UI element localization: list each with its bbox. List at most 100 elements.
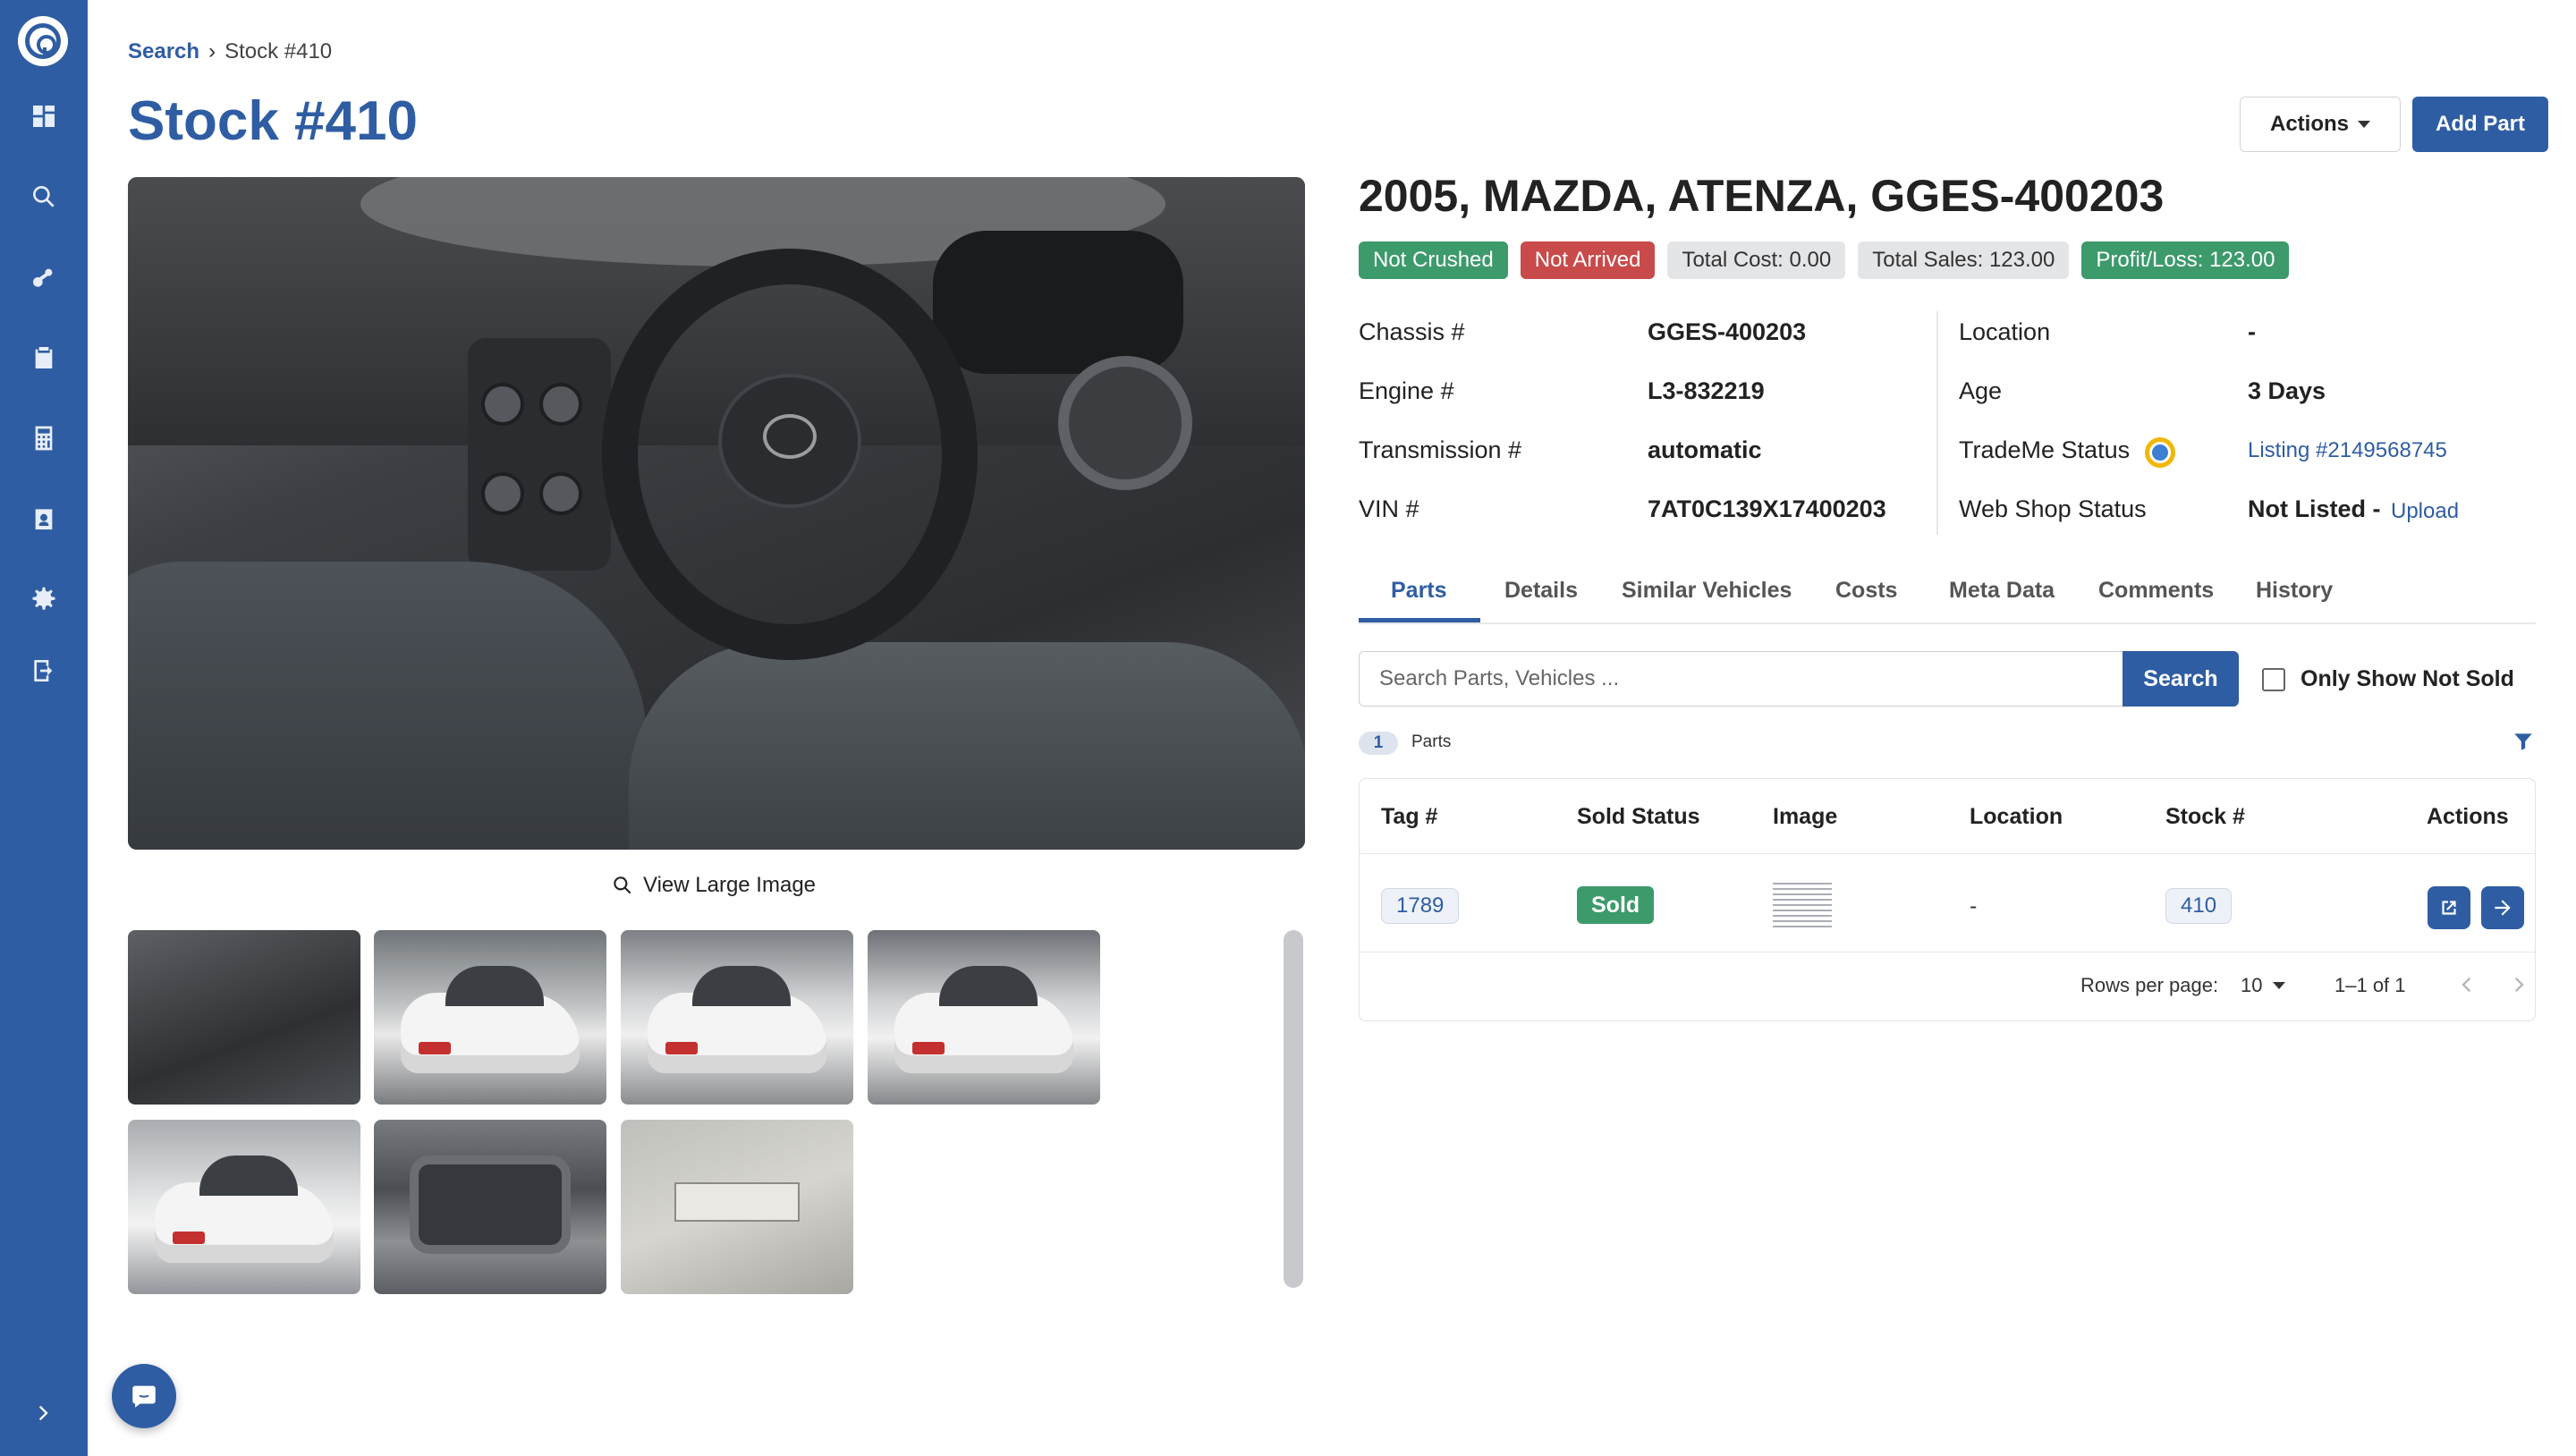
pagination-range: 1–1 of 1	[2334, 974, 2406, 996]
engine-value: L3-832219	[1648, 377, 1765, 404]
parts-count-label: Parts	[1411, 732, 1452, 751]
photo-dial	[539, 383, 582, 426]
chassis-value: GGES-400203	[1648, 318, 1807, 345]
column-header-sold-status[interactable]: Sold Status	[1577, 804, 1700, 830]
trademe-listing-link[interactable]: Listing #2149568745	[2248, 438, 2447, 463]
add-part-button[interactable]: Add Part	[2412, 97, 2548, 152]
thumbnail-scrollbar[interactable]	[1284, 930, 1303, 1288]
web-shop-status-value: Not Listed -	[2248, 495, 2381, 522]
photo-dial	[481, 383, 524, 426]
tag-chip[interactable]: 1789	[1381, 888, 1460, 924]
chevron-right-icon[interactable]	[0, 1386, 88, 1440]
breadcrumb-search-link[interactable]: Search	[128, 39, 199, 64]
photo-dial	[539, 472, 582, 515]
column-header-actions: Actions	[2427, 804, 2509, 829]
chevron-right-icon: ›	[208, 39, 216, 63]
vin-label: VIN #	[1359, 495, 1419, 522]
settings-icon[interactable]	[0, 572, 88, 626]
actions-dropdown-button[interactable]: Actions	[2240, 97, 2401, 152]
status-badge: Not Arrived	[1520, 241, 1656, 279]
status-badge: Total Cost: 0.00	[1667, 241, 1846, 279]
transmission-label: Transmission #	[1359, 436, 1522, 463]
parts-table: Tag # Sold Status Image Location Stock #…	[1359, 778, 2536, 1021]
calculator-icon[interactable]	[0, 411, 88, 465]
app-logo[interactable]	[18, 16, 68, 66]
tab-comments[interactable]: Comments	[2098, 578, 2214, 604]
age-value: 3 Days	[2248, 377, 2326, 404]
thumbnail-image[interactable]	[374, 1120, 606, 1294]
photo-passenger-seat	[629, 642, 1305, 850]
tab-parts[interactable]: Parts	[1391, 578, 1447, 604]
thumbnail-image[interactable]	[868, 930, 1100, 1105]
chevron-left-icon	[2462, 977, 2471, 993]
tab-costs[interactable]: Costs	[1835, 578, 1897, 604]
parts-icon[interactable]	[0, 250, 88, 304]
info-divider	[1936, 311, 1938, 535]
badge-icon[interactable]	[0, 492, 88, 546]
tab-meta-data[interactable]: Meta Data	[1949, 578, 2055, 604]
parts-count-badge: 1	[1359, 732, 1398, 755]
part-thumbnail-image[interactable]	[1773, 881, 1832, 931]
transmission-value: automatic	[1648, 436, 1762, 463]
status-badge: Not Crushed	[1359, 241, 1508, 279]
vehicle-tabs: Parts Details Similar Vehicles Costs Met…	[1359, 571, 2536, 624]
tab-details[interactable]: Details	[1504, 578, 1578, 604]
thumbnail-image[interactable]	[128, 930, 360, 1105]
dashboard-icon[interactable]	[0, 89, 88, 143]
parts-search-button[interactable]: Search	[2123, 651, 2239, 707]
table-row[interactable]: 1789 Sold - 410	[1360, 854, 2535, 952]
photo-gauge-cluster	[933, 231, 1183, 374]
upload-link[interactable]: Upload	[2391, 499, 2459, 524]
search-icon[interactable]	[0, 170, 88, 224]
chat-button[interactable]	[112, 1364, 176, 1428]
go-to-part-button[interactable]	[2481, 886, 2524, 929]
column-header-location[interactable]: Location	[1970, 804, 2063, 830]
column-header-image: Image	[1773, 804, 1838, 829]
tab-history[interactable]: History	[2256, 578, 2333, 604]
thumbnail-image[interactable]	[621, 930, 853, 1105]
trademe-status-label: TradeMe Status	[1959, 436, 2131, 463]
external-link-icon	[2442, 901, 2456, 915]
caret-down-icon	[2273, 982, 2286, 989]
vehicle-title: 2005, MAZDA, ATENZA, GGES-400203	[1359, 171, 2165, 221]
stock-chip[interactable]: 410	[2165, 888, 2233, 924]
previous-page-button[interactable]	[2453, 972, 2479, 997]
view-large-image-button[interactable]: View Large Image	[611, 873, 816, 898]
only-not-sold-checkbox[interactable]	[2262, 668, 2285, 691]
actions-label: Actions	[2269, 112, 2349, 136]
thumbnail-image[interactable]	[621, 1120, 853, 1294]
table-pagination: Rows per page: 10 1–1 of 1	[1360, 952, 2535, 1022]
location-cell: -	[1970, 893, 1978, 918]
photo-center-console	[468, 338, 611, 571]
table-header: Tag # Sold Status Image Location Stock #…	[1360, 779, 2535, 854]
column-header-tag[interactable]: Tag #	[1381, 804, 1437, 830]
thumbnail-image[interactable]	[128, 1120, 360, 1294]
next-page-button[interactable]	[2507, 972, 2532, 997]
clipboard-icon[interactable]	[0, 331, 88, 385]
page-title: Stock #410	[128, 90, 418, 152]
rows-per-page-select[interactable]: 10	[2241, 974, 2286, 997]
trademe-icon	[2145, 437, 2175, 468]
filter-icon[interactable]	[2512, 730, 2535, 753]
arrow-right-icon	[2495, 900, 2511, 916]
only-not-sold-label[interactable]: Only Show Not Sold	[2301, 666, 2514, 692]
breadcrumb: Search › Stock #410	[128, 39, 332, 64]
sidebar	[0, 0, 88, 1456]
open-external-button[interactable]	[2428, 886, 2470, 929]
location-label: Location	[1959, 318, 2051, 345]
view-large-image-label: View Large Image	[643, 873, 817, 897]
parts-search-input[interactable]	[1359, 651, 2123, 707]
logout-icon[interactable]	[0, 644, 88, 698]
tab-similar-vehicles[interactable]: Similar Vehicles	[1622, 578, 1792, 604]
column-header-stock[interactable]: Stock #	[2165, 804, 2245, 830]
sold-status-chip: Sold	[1577, 886, 1655, 924]
engine-label: Engine #	[1359, 377, 1454, 404]
rows-per-page-label: Rows per page:	[2080, 974, 2219, 996]
age-label: Age	[1959, 377, 2003, 404]
main-vehicle-photo[interactable]	[128, 177, 1305, 850]
photo-dial	[481, 472, 524, 515]
thumbnail-image[interactable]	[374, 930, 606, 1105]
breadcrumb-current: Stock #410	[225, 39, 333, 63]
photo-air-vent	[1058, 356, 1192, 490]
chevron-right-icon	[2514, 977, 2524, 993]
